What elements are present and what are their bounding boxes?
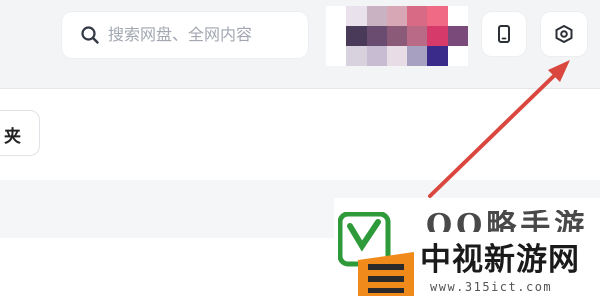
site-watermark: QQ略手游 中视新游网 www.315ict.com	[334, 198, 600, 302]
watermark-url: www.315ict.com	[430, 280, 553, 294]
watermark-site-name: 中视新游网	[420, 242, 580, 278]
watermark-top-text: QQ略手游	[426, 210, 589, 232]
site-logo-icon	[338, 212, 414, 296]
